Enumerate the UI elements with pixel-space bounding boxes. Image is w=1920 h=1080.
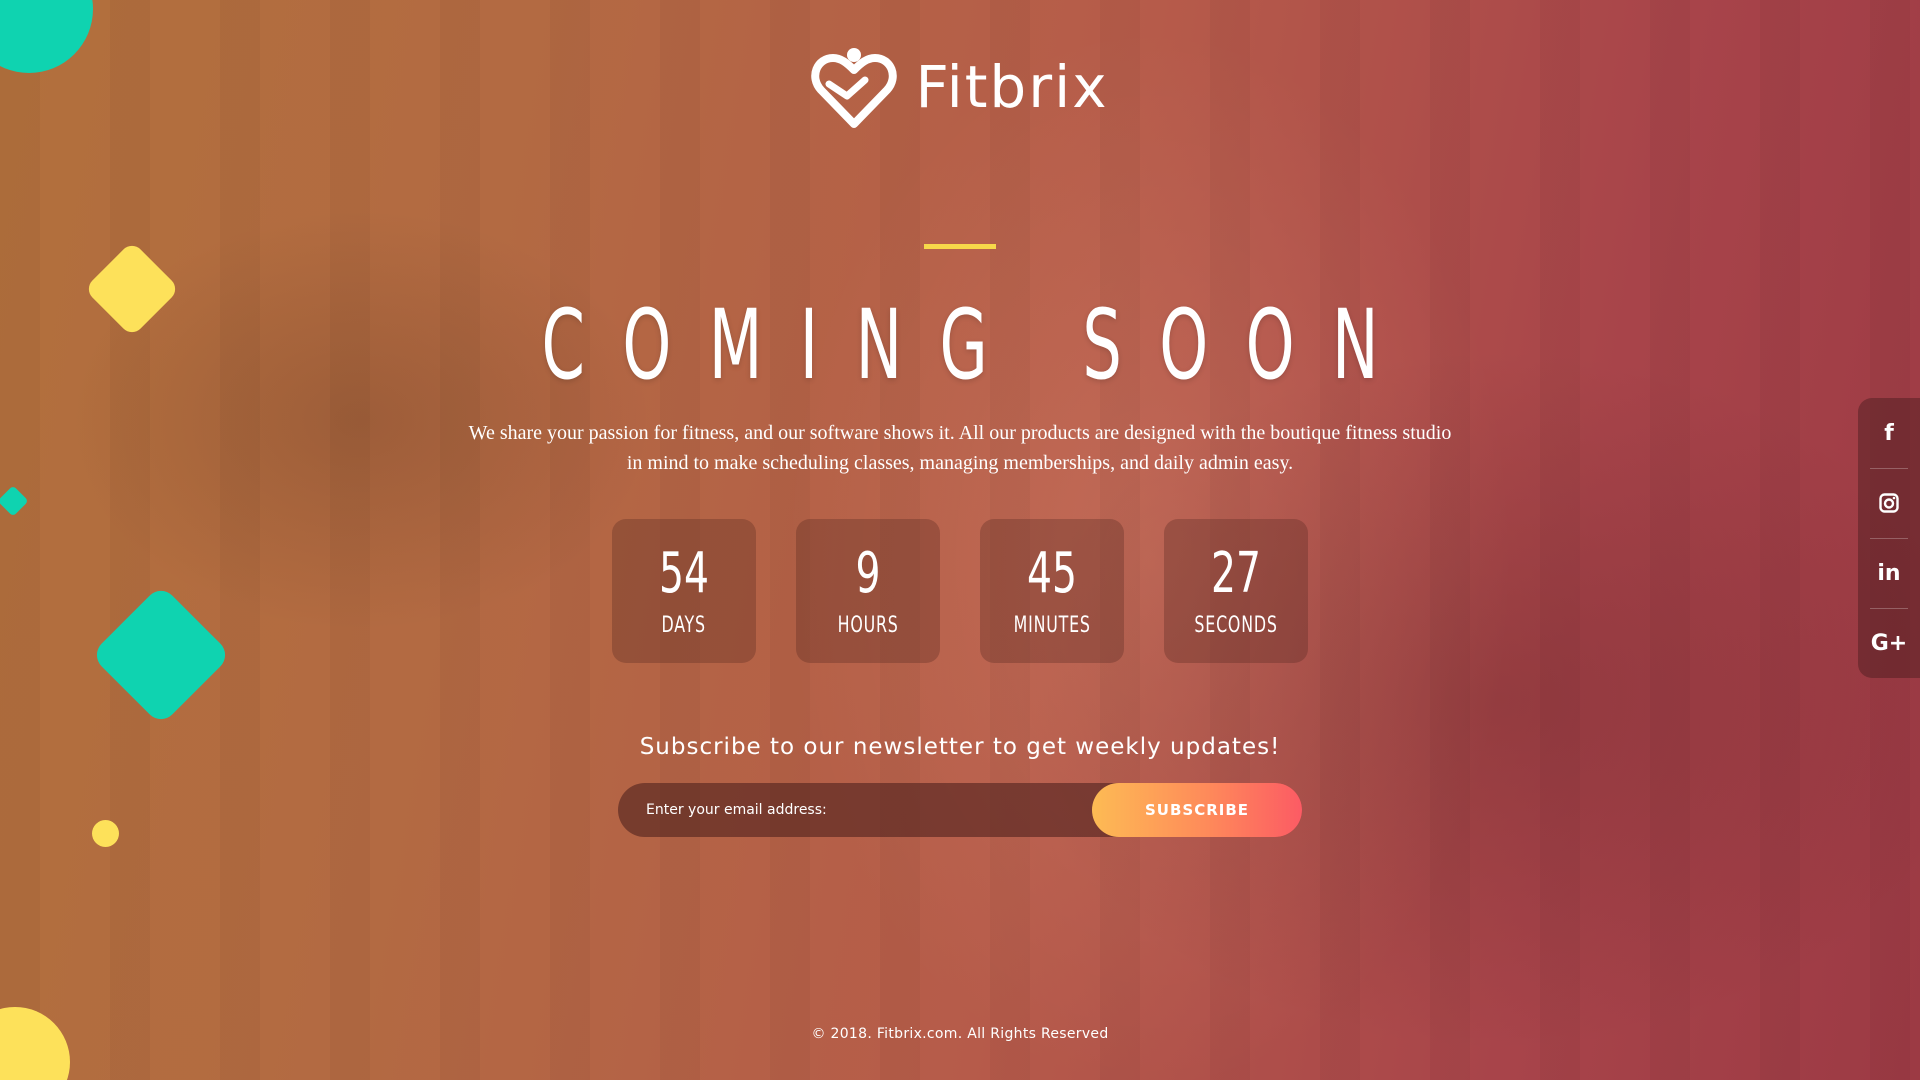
hero-description: We share your passion for fitness, and o… — [468, 422, 1452, 474]
countdown-hours: 9 HOURS — [796, 519, 940, 663]
subscribe-button[interactable]: SUBSCRIBE — [1092, 783, 1302, 837]
countdown-unit: HOURS — [837, 613, 899, 638]
accent-divider — [924, 244, 996, 249]
facebook-icon: f — [1884, 420, 1894, 446]
social-links-bar: f in G+ — [1858, 398, 1920, 678]
countdown-days: 54 DAYS — [612, 519, 756, 663]
email-field[interactable] — [618, 783, 1092, 837]
newsletter-title: Subscribe to our newsletter to get weekl… — [639, 734, 1281, 760]
linkedin-icon: in — [1877, 560, 1901, 586]
countdown-unit: SECONDS — [1194, 613, 1278, 638]
instagram-link[interactable] — [1858, 468, 1920, 538]
countdown-value: 54 — [659, 541, 709, 606]
countdown-minutes: 45 MINUTES — [980, 519, 1124, 663]
countdown-timer: 54 DAYS 9 HOURS 45 MINUTES 27 SECONDS — [612, 519, 1308, 663]
countdown-seconds: 27 SECONDS — [1164, 519, 1308, 663]
countdown-value: 27 — [1211, 541, 1261, 606]
instagram-icon — [1879, 493, 1899, 513]
page-title: COMING SOON — [541, 289, 1416, 401]
facebook-link[interactable]: f — [1858, 398, 1920, 468]
google-plus-link[interactable]: G+ — [1858, 608, 1920, 678]
footer-copyright: © 2018. Fitbrix.com. All Rights Reserved — [811, 1026, 1109, 1042]
newsletter-form: SUBSCRIBE — [618, 783, 1302, 837]
logo[interactable]: Fitbrix — [0, 46, 1920, 128]
decorative-yellow-dot — [92, 820, 119, 847]
countdown-unit: MINUTES — [1013, 613, 1091, 638]
google-plus-icon: G+ — [1870, 630, 1908, 656]
countdown-unit: DAYS — [661, 613, 707, 638]
countdown-value: 45 — [1027, 541, 1077, 606]
brand-name: Fitbrix — [915, 53, 1109, 121]
heart-person-icon — [811, 48, 898, 128]
linkedin-link[interactable]: in — [1858, 538, 1920, 608]
countdown-value: 9 — [855, 541, 881, 606]
